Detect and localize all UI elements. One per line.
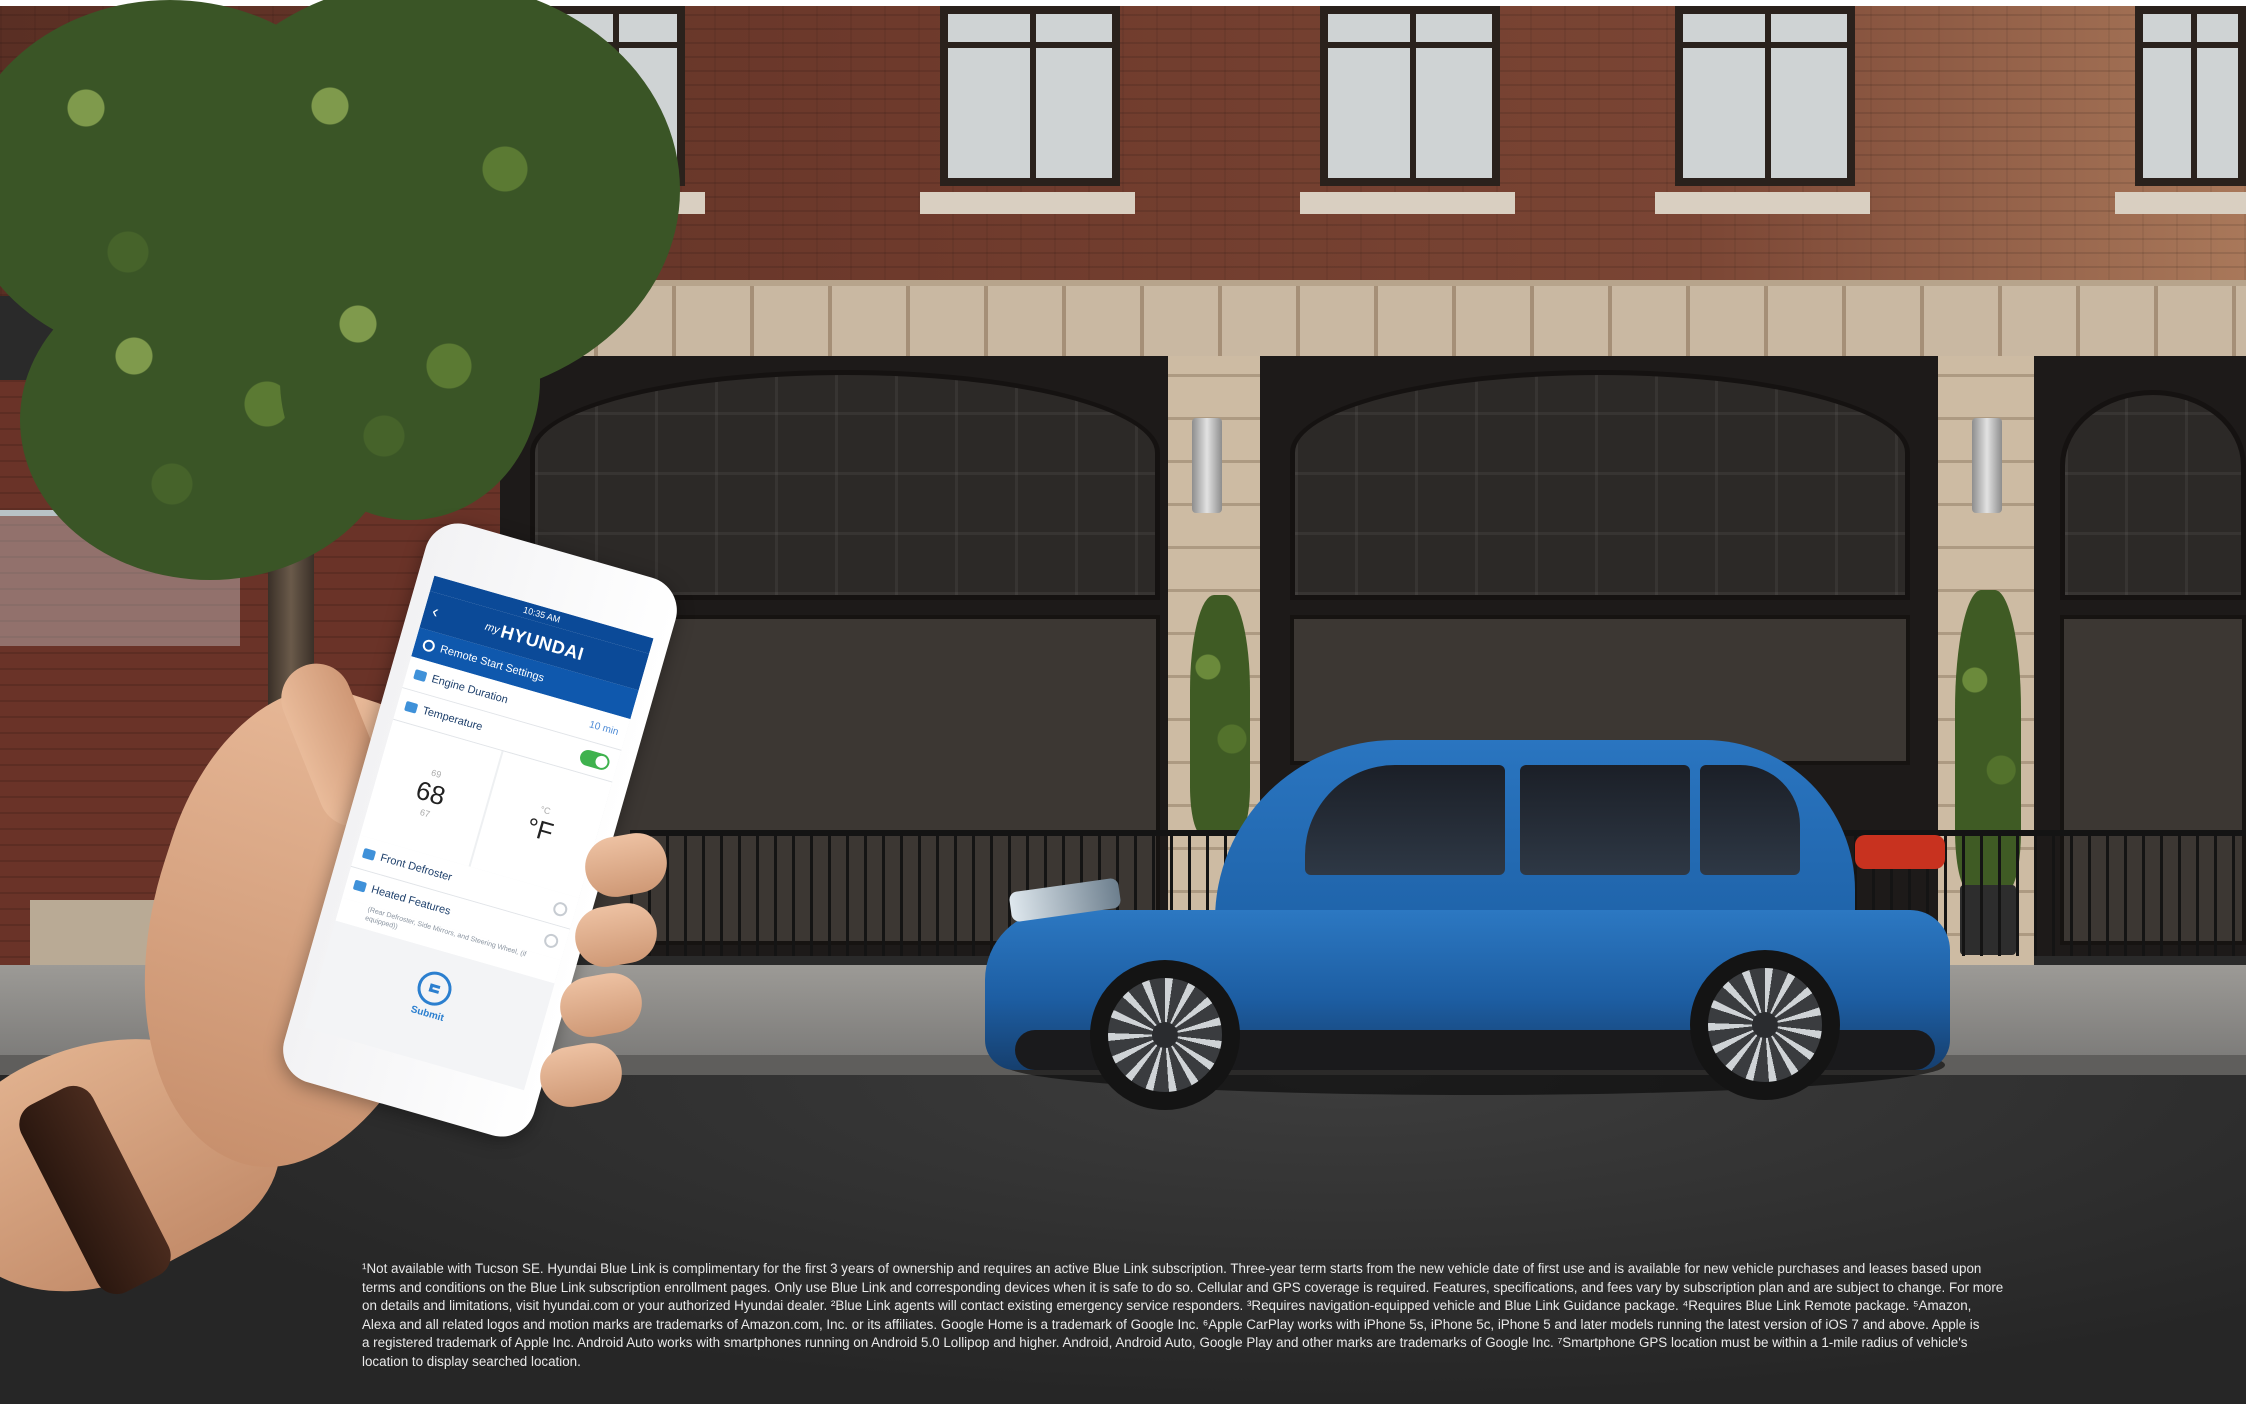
submit-button[interactable]: Submit (410, 1004, 446, 1024)
car-window-rear (1520, 765, 1690, 875)
front-defroster-toggle[interactable] (551, 900, 569, 918)
blue-suv (985, 735, 1955, 1115)
car-rear-wheel (1690, 950, 1840, 1100)
temp-below: 67 (418, 806, 432, 819)
upper-window (940, 6, 1120, 186)
unit-value: °F (523, 810, 557, 848)
temperature-label: Temperature (421, 704, 484, 734)
disclaimer-line: on details and limitations, visit hyunda… (362, 1298, 1972, 1314)
wall-lamp (1192, 418, 1222, 513)
upper-window (1675, 6, 1855, 186)
arched-window (1290, 370, 1910, 600)
street-scene-photo: 10:35 AM ‹ my HYUNDAI Remote Start Setti… (0, 0, 2246, 1404)
temp-value: 68 (412, 774, 449, 811)
heated-icon (352, 879, 368, 893)
heated-features-toggle[interactable] (542, 932, 560, 950)
back-chevron-icon[interactable]: ‹ (430, 601, 441, 623)
legal-disclaimer: ¹Not available with Tucson SE. Hyundai B… (362, 1260, 2096, 1372)
submit-icon[interactable] (413, 967, 456, 1010)
arched-window (2060, 390, 2246, 600)
car-taillight (1855, 835, 1945, 869)
window-sill (920, 192, 1135, 214)
tree-foliage (280, 240, 540, 520)
disclaimer-line: location to display searched location. (362, 1353, 581, 1369)
engine-duration-value[interactable]: 10 min (588, 719, 620, 738)
engine-icon (413, 669, 428, 683)
window-sill (2115, 192, 2246, 214)
fan-icon (404, 700, 419, 714)
upper-window (1320, 6, 1500, 186)
window-sill (1300, 192, 1515, 214)
settings-icon (421, 638, 437, 654)
car-front-wheel (1090, 960, 1240, 1110)
disclaimer-line: a registered trademark of Apple Inc. And… (362, 1335, 1968, 1351)
upper-window (2135, 6, 2246, 186)
brand-prefix: my (483, 620, 501, 637)
window-sill (1655, 192, 1870, 214)
disclaimer-line: terms and conditions on the Blue Link su… (362, 1279, 2004, 1295)
stone-cornice (520, 286, 2246, 356)
arched-window (530, 370, 1160, 600)
disclaimer-line: ¹Not available with Tucson SE. Hyundai B… (362, 1261, 1982, 1276)
temperature-toggle[interactable] (578, 748, 612, 772)
wall-lamp (1972, 418, 2002, 513)
defroster-icon (361, 847, 377, 861)
disclaimer-line: Alexa and all related logos and motion m… (362, 1316, 1980, 1332)
